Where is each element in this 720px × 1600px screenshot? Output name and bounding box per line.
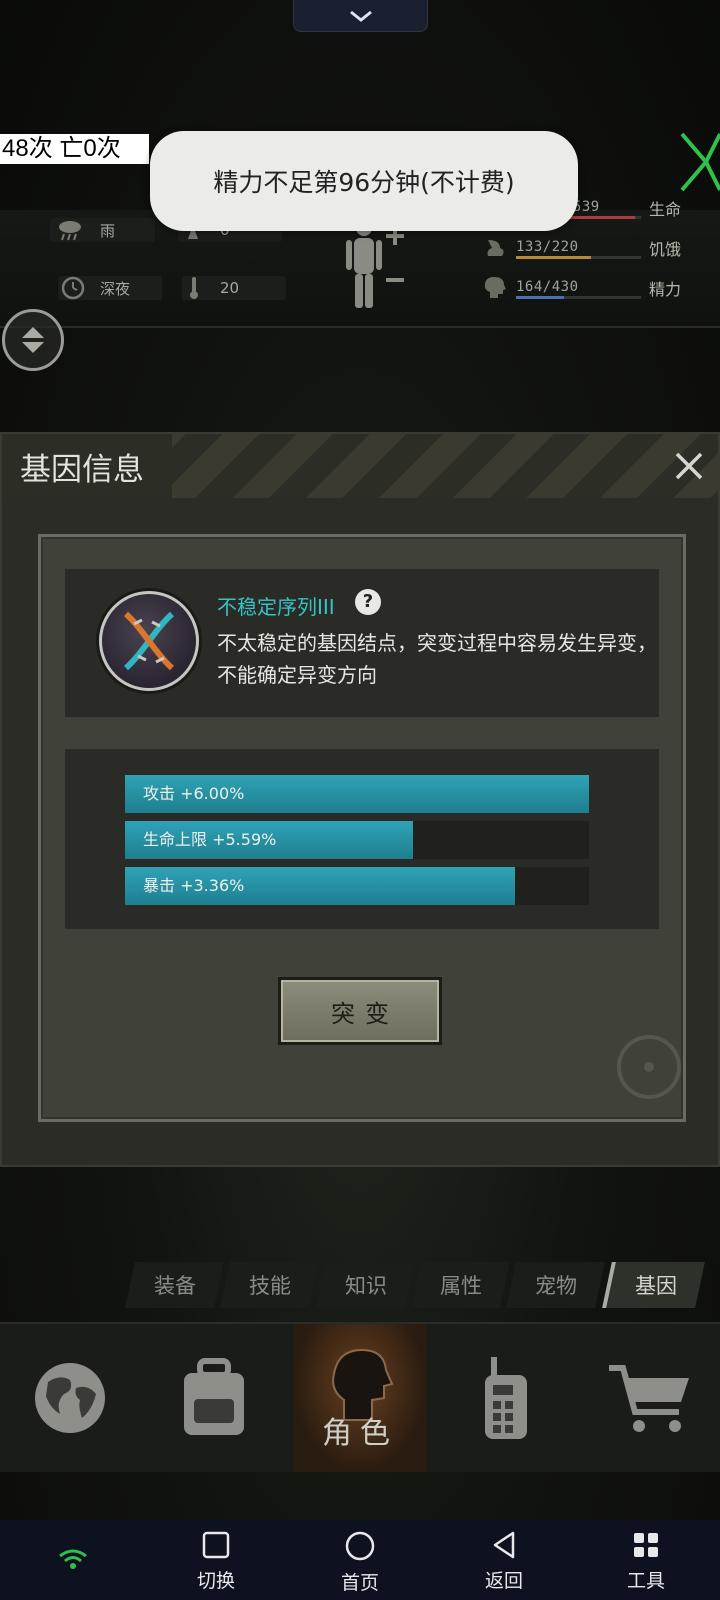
tab-genes[interactable]: 基因 [601,1262,705,1308]
help-icon[interactable]: ? [355,589,381,615]
crosshair-icon[interactable] [676,128,720,194]
stat-energy: 164/430 精力 [480,274,681,302]
time-cell: 深夜 [58,276,162,300]
attribute-list: 攻击 +6.00% 生命上限 +5.59% 暴击 +3.36% [65,749,659,929]
energy-bar-fill [516,296,564,299]
gene-description: 不太稳定的基因结点，突变过程中容易发生异变，不能确定异变方向 [217,631,657,687]
tab-pets[interactable]: 宠物 [506,1262,606,1308]
weather-cell: 雨 [50,218,155,242]
health-label: 生命 [648,200,681,219]
thermometer-icon [190,277,198,299]
nav-map[interactable] [4,1324,136,1472]
nav-role-label: 角色 [322,1416,398,1451]
clock-icon [61,276,85,300]
close-button[interactable] [667,444,711,488]
circle-icon [345,1531,375,1561]
rain-icon [59,221,81,241]
temperature-cell: 20 [182,276,286,300]
stomach-icon [487,240,504,256]
tools-label: 工具 [626,1570,665,1592]
square-icon [202,1531,230,1559]
back-label: 返回 [484,1570,523,1592]
tab-label: 属性 [439,1274,482,1298]
tab-label: 知识 [344,1274,387,1298]
temperature-value: 20 [220,279,240,297]
tab-label: 装备 [153,1274,196,1298]
dna-icon [99,591,199,691]
backpack-icon [184,1358,244,1435]
mutate-button[interactable]: 突变 [278,977,442,1045]
arrow-up-icon [22,327,44,338]
nav-radio[interactable] [440,1324,572,1472]
time-of-day: 深夜 [100,279,131,298]
scroll-toggle-button[interactable] [2,309,64,371]
wifi-icon [59,1549,87,1569]
home-button[interactable]: 首页 [320,1530,400,1596]
switch-button[interactable]: 切换 [176,1530,256,1596]
nav-backpack[interactable] [148,1324,280,1472]
hunger-bar-fill [516,256,591,259]
attribute-row: 攻击 +6.00% [125,775,589,813]
system-nav-bar: 切换 首页 返回 工具 [0,1520,720,1600]
game-nav-bar: 角色 [0,1322,720,1472]
weather-label: 雨 [100,221,116,240]
chevron-down-icon [349,10,372,22]
arrow-down-icon [22,342,44,353]
gene-summary: 不稳定序列III ? 不太稳定的基因结点，突变过程中容易发生异变，不能确定异变方… [65,569,659,717]
tab-label: 技能 [248,1274,291,1298]
attempt-counter: 48次 亡0次 [0,134,149,164]
dialog-title: 基因信息 [20,452,144,487]
gene-panel: 不稳定序列III ? 不太稳定的基因结点，突变过程中容易发生异变，不能确定异变方… [38,534,686,1122]
radio-icon [485,1357,527,1439]
attribute-label: 生命上限 +5.59% [143,830,277,849]
nav-shop[interactable] [584,1324,716,1472]
tab-skills[interactable]: 技能 [220,1262,320,1308]
tab-knowledge[interactable]: 知识 [315,1262,415,1308]
attribute-row: 生命上限 +5.59% [125,821,589,859]
tab-equipment[interactable]: 装备 [125,1262,225,1308]
toast-message: 精力不足第96分钟(不计费) [150,131,578,231]
energy-value: 164/430 [516,279,579,295]
stat-hunger: 133/220 饥饿 [480,236,681,260]
shopping-cart-icon [609,1365,689,1432]
back-triangle-icon [493,1531,515,1559]
pull-down-tab[interactable] [293,0,428,32]
radiation-icon [617,1035,681,1099]
close-icon [675,452,703,480]
gene-name: 不稳定序列III [217,595,335,619]
brain-icon [484,277,506,298]
attribute-row: 暴击 +3.36% [125,867,589,905]
nav-role[interactable]: 角色 [294,1324,426,1472]
tools-button[interactable]: 工具 [606,1530,686,1596]
energy-label: 精力 [648,280,681,299]
attribute-label: 暴击 +3.36% [143,876,245,895]
back-button[interactable]: 返回 [464,1530,544,1596]
switch-label: 切换 [196,1570,235,1592]
attribute-label: 攻击 +6.00% [143,784,245,803]
tab-label: 基因 [634,1274,677,1298]
grid-icon [634,1533,658,1557]
home-label: 首页 [340,1572,379,1594]
hunger-label: 饥饿 [648,240,681,259]
gene-info-dialog: 基因信息 不稳定序列III ? 不太稳定的基因结点，突变过程中容易发生异变，不能… [0,432,720,1167]
globe-icon [35,1363,105,1433]
tab-attributes[interactable]: 属性 [411,1262,511,1308]
tab-label: 宠物 [534,1274,577,1298]
hunger-value: 133/220 [516,239,579,255]
category-tabs: 装备 技能 知识 属性 宠物 基因 [125,1262,705,1308]
